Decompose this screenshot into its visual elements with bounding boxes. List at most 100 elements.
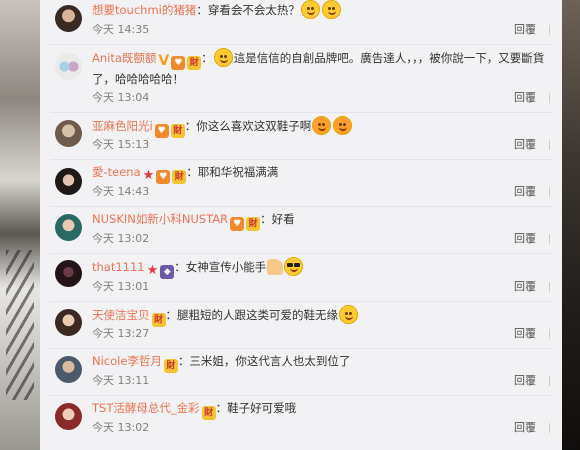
reply-button[interactable]: 回覆 bbox=[514, 89, 536, 107]
comment-item: TST活酵母总代_金彩財：鞋子好可爱哦 今天 13:02 回覆 1 bbox=[40, 396, 562, 450]
username-link[interactable]: 天使洁宝贝 bbox=[92, 308, 150, 322]
username-link[interactable]: that1111 bbox=[92, 260, 145, 274]
member-badge-icon: 財 bbox=[187, 56, 202, 70]
avatar[interactable] bbox=[55, 214, 82, 241]
member-badge-icon: 財 bbox=[172, 170, 187, 184]
comment-text: ：三米姐，你这代言人也太到位了 bbox=[177, 354, 351, 368]
username-link[interactable]: Nicole李哲月 bbox=[92, 354, 162, 368]
verified-v-icon: V bbox=[158, 53, 170, 69]
comment-text: ：穿看会不会太热？ bbox=[196, 3, 300, 17]
comment-item: that1111★◆：女神宣传小能手 今天 13:01 回覆 2 bbox=[40, 254, 562, 302]
comment-body: 愛-teena ★ ♥ 財：耶和华祝福满满 bbox=[92, 163, 548, 184]
member-badge-icon: 財 bbox=[163, 359, 178, 373]
comment-text: ：女神宣传小能手 bbox=[174, 260, 267, 274]
avatar[interactable] bbox=[55, 403, 82, 430]
comment-list: 想要touchmi的猪猪：穿看会不会太热？ 今天 14:35 回覆 Anita既… bbox=[40, 0, 562, 450]
laugh-emoji bbox=[333, 116, 353, 135]
avatar[interactable] bbox=[55, 356, 82, 383]
reply-button[interactable]: 回覆 bbox=[514, 183, 536, 201]
star-badge-icon: ★ bbox=[146, 263, 159, 278]
comment-meta: 今天 15:13 回覆 1 bbox=[92, 136, 550, 154]
timestamp: 今天 14:43 bbox=[92, 185, 150, 198]
cool-emoji bbox=[284, 257, 304, 276]
divider bbox=[549, 282, 550, 292]
reply-button[interactable]: 回覆 bbox=[514, 419, 536, 437]
username-link[interactable]: NUSKIN如新小科NUSTAR bbox=[92, 212, 228, 226]
comment-item: Nicole李哲月財：三米姐，你这代言人也太到位了 今天 13:11 回覆 1 bbox=[40, 349, 562, 396]
avatar[interactable] bbox=[55, 309, 82, 336]
comment-meta: 今天 14:43 回覆 1 bbox=[92, 183, 550, 201]
username-link[interactable]: 亚麻色阳光i bbox=[92, 119, 153, 133]
timestamp: 今天 13:02 bbox=[92, 421, 150, 434]
laugh-emoji bbox=[312, 116, 332, 135]
username-link[interactable]: 愛-teena bbox=[92, 165, 141, 179]
comment-text: ：耶和华祝福满满 bbox=[186, 165, 279, 179]
divider bbox=[549, 329, 550, 339]
fan-badge-icon: ♥ bbox=[156, 170, 171, 184]
timestamp: 今天 13:11 bbox=[92, 374, 150, 387]
reply-button[interactable]: 回覆 bbox=[514, 136, 536, 154]
grin-emoji bbox=[213, 48, 233, 67]
timestamp: 今天 14:35 bbox=[92, 23, 150, 36]
reply-button[interactable]: 回覆 bbox=[514, 230, 536, 248]
fan-badge-icon: ♥ bbox=[171, 56, 186, 70]
comment-item: 愛-teena★♥財：耶和华祝福满满 今天 14:43 回覆 1 bbox=[40, 160, 562, 207]
member-badge-icon: 財 bbox=[246, 217, 261, 231]
star-badge-icon: ★ bbox=[142, 168, 155, 183]
comment-text: ：好看 bbox=[260, 212, 295, 226]
comment-body: 想要touchmi的猪猪：穿看会不会太热？ bbox=[92, 0, 548, 20]
reply-button[interactable]: 回覆 bbox=[514, 325, 536, 343]
divider bbox=[549, 93, 550, 103]
thumbs-up-emoji bbox=[267, 259, 284, 275]
comment-meta: 今天 13:27 回覆 1 bbox=[92, 325, 550, 343]
timestamp: 今天 15:13 bbox=[92, 138, 150, 151]
comment-body: NUSKIN如新小科NUSTAR ♥ 財：好看 bbox=[92, 210, 548, 231]
member-badge-icon: 財 bbox=[201, 406, 216, 420]
comment-meta: 今天 13:01 回覆 2 bbox=[92, 278, 550, 296]
level-badge-icon: ◆ bbox=[160, 265, 175, 279]
divider bbox=[549, 187, 550, 197]
avatar[interactable] bbox=[55, 120, 82, 147]
comment-meta: 今天 13:04 回覆 2 bbox=[92, 89, 550, 107]
comment-body: that1111 ★ ◆ ：女神宣传小能手 bbox=[92, 257, 548, 279]
reply-button[interactable]: 回覆 bbox=[514, 278, 536, 296]
divider bbox=[549, 376, 550, 386]
comment-text: ：腿粗短的人跟这类可爱的鞋无缘 bbox=[165, 308, 339, 322]
smile-emoji bbox=[300, 0, 320, 19]
avatar[interactable] bbox=[55, 260, 82, 287]
divider bbox=[549, 423, 550, 433]
comment-body: TST活酵母总代_金彩財：鞋子好可爱哦 bbox=[92, 399, 548, 420]
fan-badge-icon: ♥ bbox=[230, 217, 245, 231]
comment-body: 亚麻色阳光i ♥ 財：你这么喜欢这双鞋子啊 bbox=[92, 116, 548, 138]
comment-meta: 今天 13:02 回覆 1 bbox=[92, 230, 550, 248]
comment-item: 天使洁宝贝財：腿粗短的人跟这类可爱的鞋无缘 今天 13:27 回覆 1 bbox=[40, 302, 562, 349]
comment-meta: 今天 14:35 回覆 bbox=[92, 21, 550, 39]
comment-item: 想要touchmi的猪猪：穿看会不会太热？ 今天 14:35 回覆 bbox=[40, 0, 562, 45]
divider bbox=[549, 140, 550, 150]
divider bbox=[549, 234, 550, 244]
reply-button[interactable]: 回覆 bbox=[514, 372, 536, 390]
comment-body: Anita既额额 V ♥ 財：這是信信的自創品牌吧。廣告達人，，，被你說一下，又要斷貨… bbox=[92, 48, 548, 89]
comment-body: Nicole李哲月財：三米姐，你这代言人也太到位了 bbox=[92, 352, 548, 373]
comment-text: ：你这么喜欢这双鞋子啊 bbox=[184, 119, 312, 133]
timestamp: 今天 13:04 bbox=[92, 91, 150, 104]
background-photo-right bbox=[562, 0, 580, 450]
smile-emoji bbox=[321, 0, 341, 19]
comment-item: Anita既额额 V ♥ 財：這是信信的自創品牌吧。廣告達人，，，被你說一下，又要斷貨… bbox=[40, 45, 562, 113]
reply-button[interactable]: 回覆 bbox=[514, 21, 536, 39]
username-link[interactable]: TST活酵母总代_金彩 bbox=[92, 401, 200, 415]
divider bbox=[549, 25, 550, 35]
avatar[interactable] bbox=[55, 168, 82, 195]
comment-body: 天使洁宝贝財：腿粗短的人跟这类可爱的鞋无缘 bbox=[92, 305, 548, 327]
avatar[interactable] bbox=[55, 5, 82, 32]
comment-item: 亚麻色阳光i♥財：你这么喜欢这双鞋子啊 今天 15:13 回覆 1 bbox=[40, 113, 562, 160]
avatar[interactable] bbox=[55, 53, 82, 80]
sweat-emoji bbox=[339, 305, 358, 324]
comment-text: ：鞋子好可爱哦 bbox=[215, 401, 297, 415]
username-link[interactable]: Anita既额额 bbox=[92, 51, 156, 65]
timestamp: 今天 13:01 bbox=[92, 280, 150, 293]
username-link[interactable]: 想要touchmi的猪猪 bbox=[92, 3, 196, 17]
background-photo-left bbox=[0, 0, 40, 450]
comment-item: NUSKIN如新小科NUSTAR♥財：好看 今天 13:02 回覆 1 bbox=[40, 207, 562, 254]
timestamp: 今天 13:27 bbox=[92, 327, 150, 340]
